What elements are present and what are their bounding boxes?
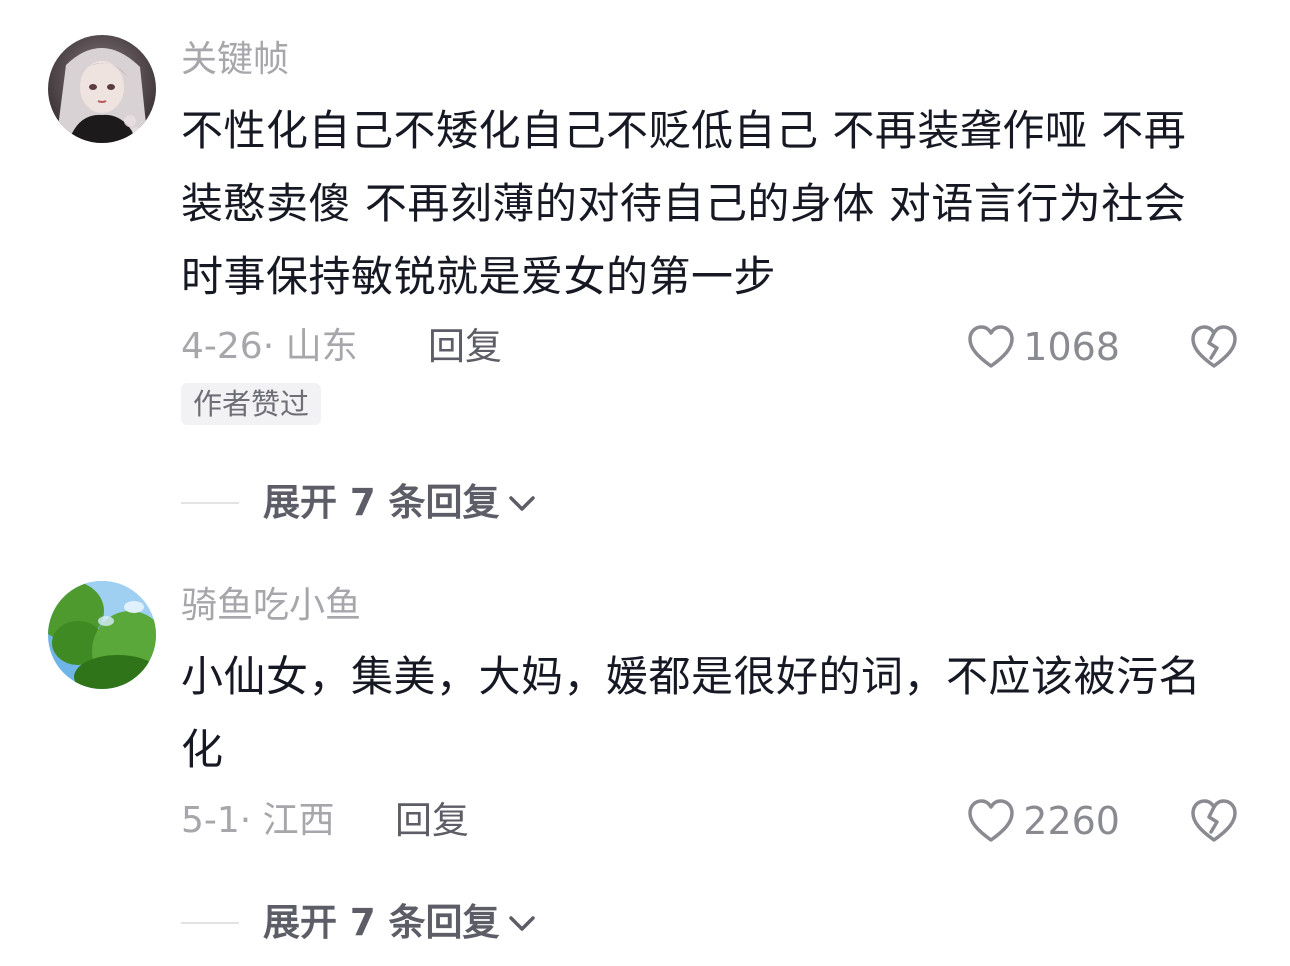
anime-girl-avatar-icon (48, 35, 156, 143)
dislike-button[interactable] (1190, 324, 1238, 370)
heart-icon (968, 325, 1015, 368)
expand-replies-label: 展开 7 条回复 (263, 901, 500, 944)
comment-username[interactable]: 骑鱼吃小鱼 (181, 584, 361, 628)
chevron-down-icon (508, 916, 535, 931)
user-avatar[interactable] (48, 35, 156, 143)
like-count: 2260 (1023, 799, 1120, 843)
comment-date-location: 5-1· 江西 (181, 800, 335, 841)
like-count: 1068 (1023, 325, 1120, 369)
reply-button[interactable]: 回复 (428, 325, 502, 369)
user-avatar[interactable] (48, 581, 156, 689)
chevron-down-icon (508, 496, 535, 511)
comment-text: 不性化自己不矮化自己不贬低自己 不再装聋作哑 不再装憨卖傻 不再刻薄的对待自己的… (181, 106, 1187, 301)
dislike-button[interactable] (1190, 798, 1238, 844)
expand-replies-button[interactable]: 展开 7 条回复 (181, 901, 538, 945)
divider-line (181, 502, 239, 504)
comment-text: 小仙女，集美，大妈，媛都是很好的词，不应该被污名化 (181, 652, 1202, 774)
broken-heart-icon (1191, 799, 1237, 842)
like-button[interactable]: 1068 (967, 324, 1120, 370)
reply-button[interactable]: 回复 (395, 799, 469, 843)
author-liked-badge: 作者赞过 (181, 383, 322, 425)
heart-icon (968, 799, 1015, 842)
broken-heart-icon (1191, 325, 1237, 368)
like-button[interactable]: 2260 (967, 798, 1120, 844)
divider-line (181, 922, 239, 924)
comment-username[interactable]: 关键帧 (181, 38, 289, 82)
green-leaves-sky-avatar-icon (48, 581, 156, 689)
comment-date-location: 4-26· 山东 (181, 326, 358, 367)
expand-replies-button[interactable]: 展开 7 条回复 (181, 481, 538, 525)
expand-replies-label: 展开 7 条回复 (263, 481, 500, 524)
